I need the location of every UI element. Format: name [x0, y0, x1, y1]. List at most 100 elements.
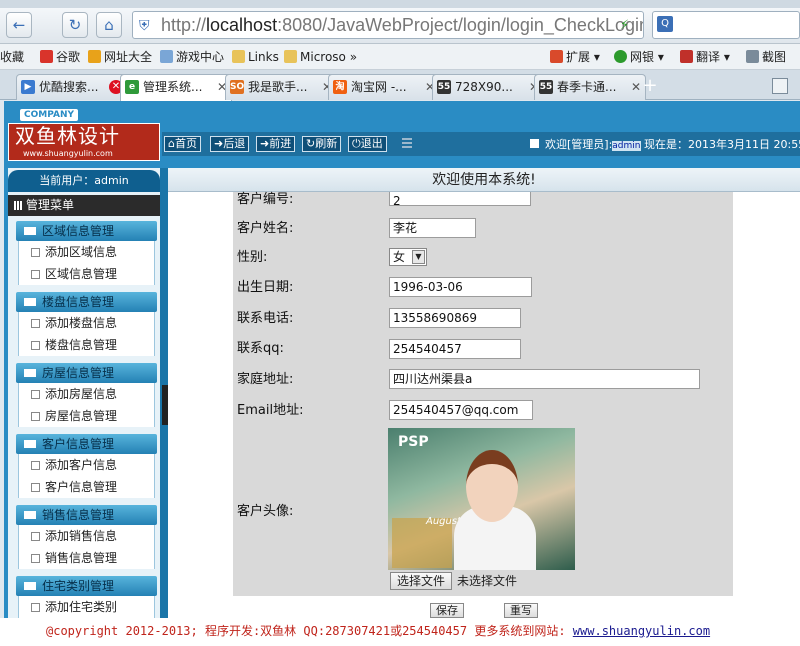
back-button[interactable]: ➜后退 [210, 136, 250, 152]
page-icon [31, 319, 40, 328]
qq-field[interactable]: 254540457 [389, 339, 521, 359]
group-house-management[interactable]: 房屋信息管理 [16, 363, 157, 383]
sidebar-item-add-customer[interactable]: 添加客户信息 [18, 454, 155, 476]
email-field[interactable]: 254540457@qq.com [389, 400, 533, 420]
choose-file-button[interactable]: 选择文件 [390, 572, 452, 590]
menu-title: 管理菜单 [8, 195, 160, 216]
refresh-button[interactable]: ↻刷新 [302, 136, 342, 152]
sidebar-item-add-building[interactable]: 添加楼盘信息 [18, 312, 155, 334]
url-scheme: http:// [161, 15, 207, 35]
sidebar-item-add-area[interactable]: 添加区域信息 [18, 241, 155, 263]
birth-field[interactable]: 1996-03-06 [389, 277, 532, 297]
copyright-text: @copyright 2012-2013; 程序开发:双鱼林 QQ:287307… [46, 624, 573, 638]
ext-screenshot[interactable]: 截图 [746, 49, 786, 65]
folder-icon [24, 227, 36, 235]
bookmark-favorites[interactable]: 收藏 [0, 49, 24, 65]
name-label: 客户姓名: [237, 221, 294, 236]
bookmark-google[interactable]: 谷歌 [40, 49, 80, 65]
new-tab-icon[interactable]: + [638, 76, 662, 98]
page-icon [31, 270, 40, 279]
lightning-icon[interactable]: ⚡ [620, 18, 629, 33]
current-user-panel: 当前用户：admin [8, 170, 160, 192]
tab-728x90[interactable]: 55 728X90... ✕ [432, 74, 544, 100]
bookmark-games[interactable]: 游戏中心 [160, 49, 224, 65]
tab-taobao[interactable]: 淘 淘宝网 -... ✕ [328, 74, 440, 100]
tab-admin-system[interactable]: e 管理系统... ✕ [120, 74, 232, 101]
arrow-right-icon: ➜ [260, 137, 270, 150]
home-icon[interactable]: ⌂ [96, 12, 122, 38]
page-icon [31, 483, 40, 492]
customer-photo: PSP August [388, 428, 575, 570]
phone-label: 联系电话: [237, 311, 294, 326]
sidebar-item-area-manage[interactable]: 区域信息管理 [18, 263, 155, 285]
tab-favicon: 55 [539, 80, 553, 94]
sex-label: 性别: [237, 250, 268, 265]
chevron-down-icon: ▼ [412, 250, 425, 264]
group-building-management[interactable]: 楼盘信息管理 [16, 292, 157, 312]
ext-bank[interactable]: 网银 ▾ [614, 49, 664, 65]
customer-no-field[interactable]: 2 [389, 192, 531, 206]
sidebar-item-building-manage[interactable]: 楼盘信息管理 [18, 334, 155, 356]
ext-translate[interactable]: 翻译 ▾ [680, 49, 730, 65]
sex-select[interactable]: 女 ▼ [389, 248, 427, 266]
bookmark-daohang[interactable]: 网址大全 [88, 49, 152, 65]
tab-bar: ▶ 优酷搜索... ✕ e 管理系统... ✕ SO 我是歌手... ✕ 淘 淘… [0, 70, 800, 101]
sidebar-item-house-manage[interactable]: 房屋信息管理 [18, 405, 155, 427]
website-link[interactable]: www.shuangyulin.com [573, 624, 710, 638]
forward-button[interactable]: ➜前进 [256, 136, 296, 152]
tab-cartoon[interactable]: 55 春季卡通... ✕ [534, 74, 646, 100]
phone-field[interactable]: 13558690869 [389, 308, 521, 328]
bookmark-links[interactable]: Links [232, 49, 279, 65]
arrow-left-icon: ➜ [214, 137, 224, 150]
sidebar-item-add-housetype[interactable]: 添加住宅类别 [18, 596, 155, 618]
search-icon[interactable]: Q [657, 16, 673, 32]
page-icon [31, 461, 40, 470]
home-button[interactable]: ⌂首页 [164, 136, 201, 152]
form-actions [233, 596, 733, 618]
folder-icon [24, 369, 36, 377]
current-time: 现在是：2013年3月11日 20:55:1 [644, 138, 800, 151]
sidebar-item-customer-manage[interactable]: 客户信息管理 [18, 476, 155, 498]
page-icon [31, 341, 40, 350]
username-link[interactable]: admin [612, 141, 641, 151]
group-customer-management[interactable]: 客户信息管理 [16, 434, 157, 454]
address-field[interactable]: 四川达州渠县a [389, 369, 700, 389]
refresh-icon: ↻ [306, 137, 316, 150]
back-arrow-icon[interactable]: ← [6, 12, 32, 38]
search-box[interactable]: Q [652, 11, 800, 39]
shield-icon: ⛨ [139, 17, 150, 33]
page-icon [31, 532, 40, 541]
folder-icon [24, 511, 36, 519]
tab-youku[interactable]: ▶ 优酷搜索... ✕ [16, 74, 128, 100]
ext-extensions[interactable]: 扩展 ▾ [550, 49, 600, 65]
name-field[interactable]: 李花 [389, 218, 476, 238]
reset-button[interactable]: 重写 [504, 603, 538, 618]
group-area-management[interactable]: 区域信息管理 [16, 221, 157, 241]
tab-singer[interactable]: SO 我是歌手... ✕ [225, 74, 337, 100]
tab-favicon: SO [230, 80, 245, 94]
sidebar-item-add-sales[interactable]: 添加销售信息 [18, 525, 155, 547]
url-host: localhost [206, 15, 278, 35]
sidebar-item-sales-manage[interactable]: 销售信息管理 [18, 547, 155, 569]
photo-label: 客户头像: [237, 504, 294, 519]
save-button[interactable]: 保存 [430, 603, 464, 618]
psp-logo: PSP [398, 434, 429, 450]
address-bar[interactable]: ⛨ http://localhost:8080/JavaWebProject/l… [132, 11, 644, 39]
home-icon: ⌂ [168, 137, 175, 150]
page-icon [31, 412, 40, 421]
folder-icon [24, 440, 36, 448]
refresh-icon[interactable]: ↻ [62, 12, 88, 38]
grid-icon [14, 201, 23, 210]
footer: @copyright 2012-2013; 程序开发:双鱼林 QQ:287307… [0, 618, 800, 646]
address-label: 家庭地址: [237, 372, 294, 387]
menu-grip-icon [402, 138, 412, 150]
bookmark-microsoft[interactable]: Microso » [284, 49, 357, 65]
page-title: 欢迎使用本系统! [168, 168, 800, 192]
logout-button[interactable]: ⏻退出 [348, 136, 387, 152]
site-logo[interactable]: 双鱼林设计 www.shuangyulin.com [8, 123, 160, 161]
sidebar-item-add-house[interactable]: 添加房屋信息 [18, 383, 155, 405]
group-housetype-management[interactable]: 住宅类别管理 [16, 576, 157, 596]
group-sales-management[interactable]: 销售信息管理 [16, 505, 157, 525]
restore-window-icon[interactable] [772, 78, 788, 94]
window-titlebar [0, 0, 800, 8]
